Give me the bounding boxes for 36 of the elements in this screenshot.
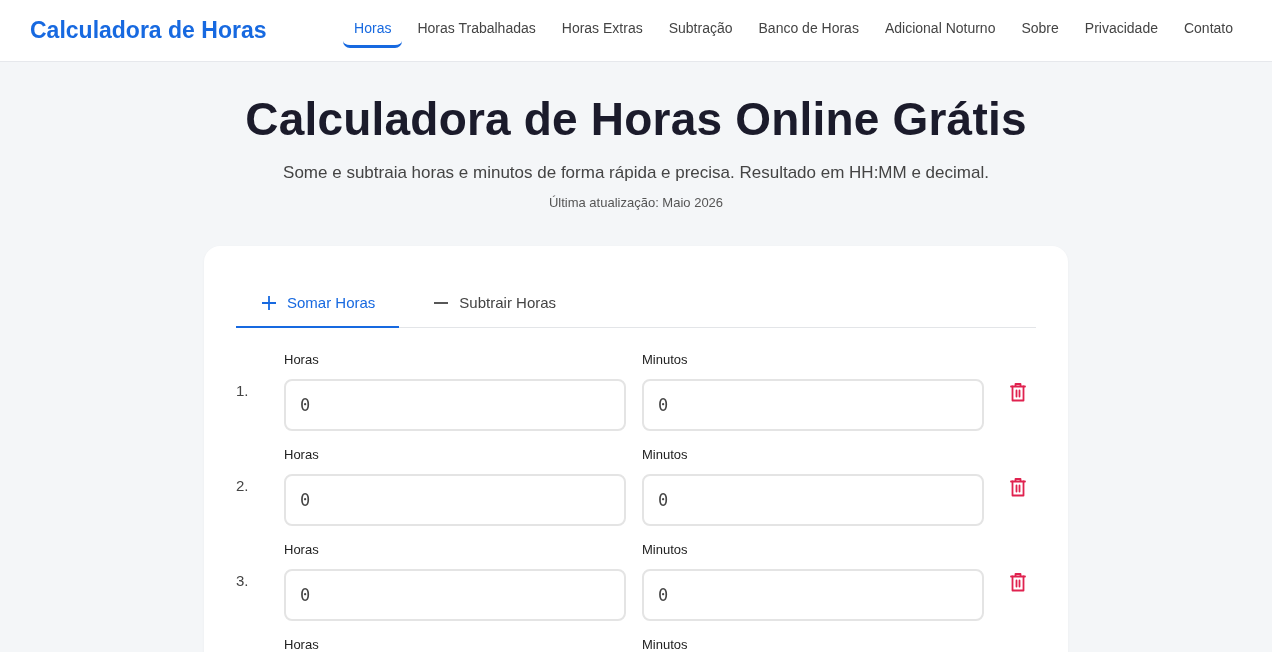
- trash-icon[interactable]: [1010, 383, 1026, 402]
- hours-label: Horas: [284, 543, 320, 557]
- site-logo[interactable]: Calculadora de Horas: [30, 16, 267, 44]
- row-number: 2.: [236, 476, 250, 496]
- page-subtitle: Some e subtraia horas e minutos de forma rápida e precisa. Resultado em HH:MM e decimal.: [283, 162, 989, 184]
- row-number: 1.: [236, 381, 250, 401]
- minutes-label: Minutos: [642, 448, 689, 462]
- hours-label: Horas: [284, 638, 320, 652]
- minutes-label: Minutos: [642, 353, 689, 367]
- nav-link[interactable]: Contato: [1172, 10, 1244, 48]
- page-title: Calculadora de Horas Online Grátis: [245, 92, 1027, 147]
- hours-input[interactable]: 0: [284, 569, 626, 621]
- nav-link[interactable]: Adicional Noturno: [873, 10, 1007, 48]
- nav-link[interactable]: Banco de Horas: [747, 10, 870, 48]
- nav-link[interactable]: Horas: [343, 10, 403, 48]
- mode-tab[interactable]: Subtrair Horas: [408, 280, 581, 328]
- mode-tab[interactable]: Somar Horas: [236, 280, 400, 328]
- nav-link[interactable]: Privacidade: [1073, 10, 1169, 48]
- minutes-input[interactable]: 0: [642, 379, 984, 431]
- minutes-label: Minutos: [642, 638, 689, 652]
- row-number: 3.: [236, 571, 250, 591]
- plus-icon: [262, 296, 276, 310]
- nav-link[interactable]: Horas Trabalhadas: [406, 10, 547, 48]
- trash-icon[interactable]: [1010, 478, 1026, 497]
- minutes-input[interactable]: 0: [642, 474, 984, 526]
- nav-link[interactable]: Sobre: [1010, 10, 1070, 48]
- hours-input[interactable]: 0: [284, 379, 626, 431]
- nav-link[interactable]: Horas Extras: [550, 10, 654, 48]
- last-updated-text: Última atualização: Maio 2026: [548, 194, 724, 212]
- nav-link[interactable]: Subtração: [657, 10, 744, 48]
- minutes-input[interactable]: 0: [642, 569, 984, 621]
- trash-icon[interactable]: [1010, 573, 1026, 592]
- hours-input[interactable]: 0: [284, 474, 626, 526]
- minutes-label: Minutos: [642, 543, 689, 557]
- hours-label: Horas: [284, 448, 320, 462]
- hours-label: Horas: [284, 353, 320, 367]
